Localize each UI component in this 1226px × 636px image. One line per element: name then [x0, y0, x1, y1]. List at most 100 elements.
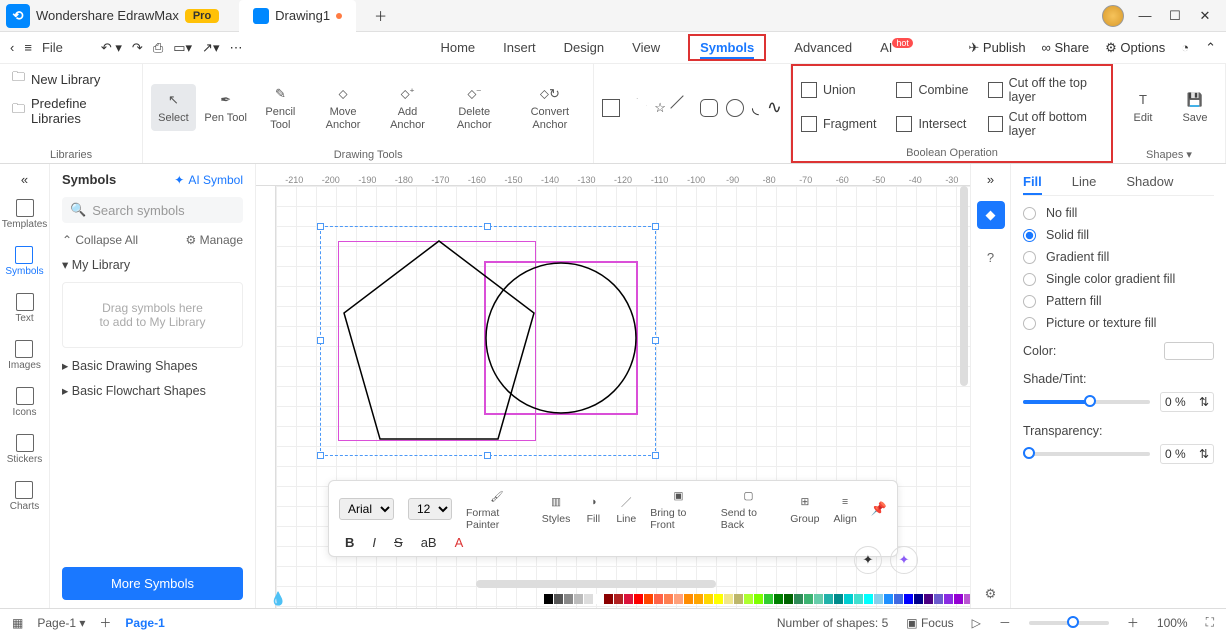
palette-swatch[interactable] — [864, 594, 873, 604]
pencil-tool[interactable]: ✎Pencil Tool — [256, 84, 305, 130]
menu-file[interactable]: File — [42, 40, 63, 55]
more-button[interactable]: ⋯ — [229, 40, 242, 56]
print-button[interactable]: ⎙ — [153, 40, 163, 56]
props-tab-fill[interactable]: Fill — [1023, 170, 1042, 195]
curve-shape-button[interactable]: ∿ — [767, 97, 782, 118]
font-color-button[interactable]: A — [455, 535, 464, 550]
palette-swatch[interactable] — [784, 594, 793, 604]
palette-swatch[interactable] — [884, 594, 893, 604]
rail-templates[interactable]: Templates — [0, 195, 51, 234]
basic-shapes-item[interactable]: ▸ Basic Drawing Shapes — [62, 358, 243, 373]
flowchart-shapes-item[interactable]: ▸ Basic Flowchart Shapes — [62, 383, 243, 398]
new-tab-button[interactable]: ＋ — [364, 6, 397, 25]
palette-swatch[interactable] — [754, 594, 763, 604]
palette-swatch[interactable] — [604, 594, 613, 604]
palette-swatch[interactable] — [684, 594, 693, 604]
bring-front-button[interactable]: ▣Bring to Front — [650, 487, 707, 531]
fit-button[interactable]: ⛶ — [1206, 615, 1214, 630]
minimize-button[interactable]: ― — [1136, 8, 1154, 23]
rail-symbols[interactable]: Symbols — [1, 242, 47, 281]
pen-tool[interactable]: ✒Pen Tool — [204, 90, 248, 124]
palette-swatch[interactable] — [764, 594, 773, 604]
fragment-button[interactable]: Fragment — [801, 110, 877, 138]
palette-swatch[interactable] — [874, 594, 883, 604]
case-button[interactable]: aB — [421, 535, 437, 550]
page-selector[interactable]: Page-1 ▾ — [37, 616, 85, 630]
cut-bottom-button[interactable]: Cut off bottom layer — [988, 110, 1103, 138]
palette-swatch[interactable] — [734, 594, 743, 604]
ai-symbol-button[interactable]: ✦ AI Symbol — [174, 173, 243, 187]
palette-swatch[interactable] — [724, 594, 733, 604]
maximize-button[interactable]: ☐ — [1166, 8, 1184, 24]
canvas[interactable]: Arial 12 🖌Format Painter ▥Styles ◑Fill ／… — [276, 186, 970, 608]
scrollbar-horizontal[interactable] — [476, 580, 716, 588]
palette-swatch[interactable] — [854, 594, 863, 604]
palette-swatch[interactable] — [714, 594, 723, 604]
palette-swatch[interactable] — [894, 594, 903, 604]
palette-swatch[interactable] — [644, 594, 653, 604]
my-library-item[interactable]: ▾ My Library — [62, 257, 243, 272]
menu-home[interactable]: Home — [440, 40, 475, 55]
eyedropper-icon[interactable]: 💧 — [270, 591, 286, 607]
manage-button[interactable]: ⚙ Manage — [186, 233, 243, 247]
new-library-button[interactable]: 🗀New Library — [12, 68, 100, 90]
palette-swatch[interactable] — [934, 594, 943, 604]
palette-swatch[interactable] — [704, 594, 713, 604]
zoom-in-button[interactable]: ＋ — [1127, 614, 1139, 631]
options-button[interactable]: ⚙ Options — [1105, 40, 1165, 56]
radio-solid-fill[interactable]: Solid fill — [1023, 228, 1214, 242]
palette-swatch[interactable] — [954, 594, 963, 604]
rail-icons[interactable]: Icons — [9, 383, 41, 422]
palette-swatch[interactable] — [544, 594, 553, 604]
delete-anchor-tool[interactable]: ⬦⁻Delete Anchor — [442, 84, 506, 130]
menu-symbols[interactable]: Symbols — [688, 34, 766, 61]
close-button[interactable]: ✕ — [1196, 8, 1214, 24]
share-button[interactable]: ∞ Share — [1042, 40, 1090, 55]
help-button[interactable]: ? — [977, 243, 1005, 271]
zoom-out-button[interactable]: － — [999, 614, 1011, 631]
palette-swatch[interactable] — [664, 594, 673, 604]
palette-swatch[interactable] — [794, 594, 803, 604]
line-shape-button[interactable] — [670, 95, 695, 120]
color-picker[interactable] — [1164, 342, 1214, 360]
menu-design[interactable]: Design — [564, 40, 604, 55]
palette-swatch[interactable] — [574, 594, 583, 604]
hamburger-icon[interactable]: ≡ — [24, 40, 32, 55]
ai-star-button[interactable]: ✦ — [890, 546, 918, 574]
dropzone[interactable]: Drag symbols here to add to My Library — [62, 282, 243, 348]
rail-stickers[interactable]: Stickers — [3, 430, 47, 469]
group-button[interactable]: ⊞Group — [790, 493, 819, 525]
union-button[interactable]: Union — [801, 76, 877, 104]
redo-button[interactable]: ↷ — [132, 40, 143, 56]
transparency-value[interactable]: 0 %⇅ — [1160, 444, 1214, 464]
palette-swatch[interactable] — [624, 594, 633, 604]
send-back-button[interactable]: ▢Send to Back — [721, 487, 777, 531]
palette-swatch[interactable] — [944, 594, 953, 604]
palette-swatch[interactable] — [554, 594, 563, 604]
convert-anchor-tool[interactable]: ⬦↻Convert Anchor — [514, 84, 585, 130]
line-button[interactable]: ／Line — [616, 493, 636, 525]
pin-icon[interactable]: 📌 — [871, 501, 887, 517]
rail-images[interactable]: Images — [4, 336, 45, 375]
cut-top-button[interactable]: Cut off the top layer — [988, 76, 1103, 104]
intersect-button[interactable]: Intersect — [896, 110, 968, 138]
ai-bubble-button[interactable]: ✦ — [854, 546, 882, 574]
palette-swatch[interactable] — [614, 594, 623, 604]
collapse-icon[interactable]: ⌃ — [1205, 40, 1216, 56]
focus-button[interactable]: ▣ Focus — [906, 616, 953, 630]
shape-circle[interactable] — [484, 261, 638, 415]
add-anchor-tool[interactable]: ⬦⁺Add Anchor — [381, 84, 434, 130]
combine-button[interactable]: Combine — [896, 76, 968, 104]
palette-swatch[interactable] — [834, 594, 843, 604]
palette-swatch[interactable] — [584, 594, 593, 604]
transparency-slider[interactable] — [1023, 452, 1150, 456]
predefine-libraries-button[interactable]: 🗀Predefine Libraries — [12, 96, 134, 126]
search-input[interactable]: 🔍 Search symbols — [62, 197, 243, 223]
pages-icon[interactable]: ▦ — [12, 616, 23, 630]
menu-insert[interactable]: Insert — [503, 40, 536, 55]
menu-advanced[interactable]: Advanced — [794, 40, 852, 55]
palette-swatch[interactable] — [964, 594, 970, 604]
page-tab[interactable]: Page-1 — [125, 616, 164, 630]
radio-no-fill[interactable]: No fill — [1023, 206, 1214, 220]
select-tool[interactable]: ↖Select — [151, 84, 196, 130]
